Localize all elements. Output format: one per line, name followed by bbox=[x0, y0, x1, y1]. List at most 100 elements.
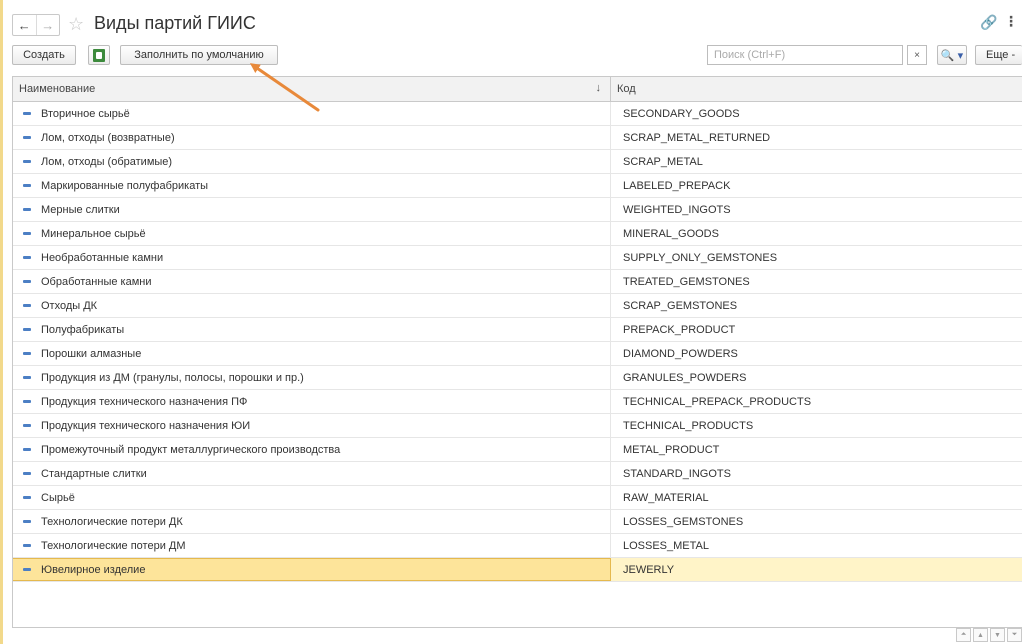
cell-code: SUPPLY_ONLY_GEMSTONES bbox=[623, 251, 778, 264]
table-row[interactable]: Отходы ДК SCRAP_GEMSTONES bbox=[13, 294, 1022, 318]
table-row[interactable]: Минеральное сырьё MINERAL_GOODS bbox=[13, 222, 1022, 246]
clear-search-icon[interactable]: × bbox=[907, 45, 927, 65]
scroll-up-button[interactable]: ▲ bbox=[973, 628, 988, 642]
cell-code: TECHNICAL_PRODUCTS bbox=[623, 419, 754, 432]
column-header-code-label: Код bbox=[617, 83, 636, 95]
cell-code: RAW_MATERIAL bbox=[623, 491, 709, 504]
left-rail bbox=[0, 0, 3, 644]
link-icon[interactable]: 🔗 bbox=[980, 14, 997, 31]
cell-code: METAL_PRODUCT bbox=[623, 443, 720, 456]
cell-name: Обработанные камни bbox=[13, 270, 611, 293]
title-bar: ← → ☆ Виды партий ГИИС 🔗 ⋮ bbox=[12, 4, 1018, 36]
page-title: Виды партий ГИИС bbox=[94, 13, 256, 33]
cell-name-text: Обработанные камни bbox=[41, 275, 152, 288]
cell-code: TREATED_GEMSTONES bbox=[623, 275, 750, 288]
cell-code: LOSSES_METAL bbox=[623, 539, 709, 552]
cell-name-text: Мерные слитки bbox=[41, 203, 120, 216]
cell-name-text: Вторичное сырьё bbox=[41, 107, 130, 120]
cell-code: MINERAL_GOODS bbox=[623, 227, 719, 240]
scroll-down-button[interactable]: ▼ bbox=[990, 628, 1005, 642]
scroll-last-button[interactable]: ⏷ bbox=[1007, 628, 1022, 642]
scroll-controls: ⏶ ▲ ▼ ⏷ bbox=[956, 628, 1022, 644]
table-row[interactable]: Продукция технического назначения ЮИ TECH… bbox=[13, 414, 1022, 438]
cell-name: Ювелирное изделие bbox=[13, 558, 611, 581]
cell-code: DIAMOND_POWDERS bbox=[623, 347, 738, 360]
cell-code: LABELED_PREPACK bbox=[623, 179, 731, 192]
table-row[interactable]: Порошки алмазные DIAMOND_POWDERS bbox=[13, 342, 1022, 366]
search-input[interactable] bbox=[707, 45, 903, 65]
table-row[interactable]: Мерные слитки WEIGHTED_INGOTS bbox=[13, 198, 1022, 222]
more-options-icon[interactable]: ⋮ bbox=[1004, 13, 1018, 30]
cell-name-text: Лом, отходы (обратимые) bbox=[41, 155, 173, 168]
cell-name-text: Необработанные камни bbox=[41, 251, 164, 264]
item-dash-icon bbox=[23, 208, 31, 211]
cell-name: Необработанные камни bbox=[13, 246, 611, 269]
cell-name: Полуфабрикаты bbox=[13, 318, 611, 341]
cell-code: SCRAP_METAL_RETURNED bbox=[623, 131, 771, 144]
more-button[interactable]: Еще - bbox=[975, 45, 1022, 65]
table-row[interactable]: Продукция из ДМ (гранулы, полосы, порошк… bbox=[13, 366, 1022, 390]
create-button[interactable]: Создать bbox=[12, 45, 76, 65]
table-row[interactable]: Технологические потери ДМ LOSSES_METAL bbox=[13, 534, 1022, 558]
table-row[interactable]: Продукция технического назначения ПФ TECH… bbox=[13, 390, 1022, 414]
cell-code: JEWERLY bbox=[623, 563, 675, 576]
table-row[interactable]: Вторичное сырьё SECONDARY_GOODS bbox=[13, 102, 1022, 126]
cell-code: STANDARD_INGOTS bbox=[623, 467, 731, 480]
item-dash-icon bbox=[23, 256, 31, 259]
favorite-star-icon[interactable]: ☆ bbox=[68, 13, 84, 35]
cell-name: Продукция технического назначения ЮИ bbox=[13, 414, 611, 437]
table-row[interactable]: Лом, отходы (возвратные) SCRAP_METAL_RETU… bbox=[13, 126, 1022, 150]
table-row[interactable]: Необработанные камни SUPPLY_ONLY_GEMSTONE… bbox=[13, 246, 1022, 270]
excel-export-button[interactable] bbox=[88, 45, 110, 65]
cell-name: Технологические потери ДМ bbox=[13, 534, 611, 557]
cell-code: TECHNICAL_PREPACK_PRODUCTS bbox=[623, 395, 812, 408]
cell-name: Продукция из ДМ (гранулы, полосы, порошк… bbox=[13, 366, 611, 389]
cell-code: GRANULES_POWDERS bbox=[623, 371, 747, 384]
item-dash-icon bbox=[23, 424, 31, 427]
cell-name-text: Продукция из ДМ (гранулы, полосы, порошк… bbox=[41, 371, 304, 384]
table-row[interactable]: Полуфабрикаты PREPACK_PRODUCT bbox=[13, 318, 1022, 342]
toolbar: Создать Заполнить по умолчанию × 🔍 ▾ Еще… bbox=[12, 45, 1022, 67]
cell-name-text: Сырьё bbox=[41, 491, 75, 504]
item-dash-icon bbox=[23, 136, 31, 139]
table-row[interactable]: Стандартные слитки STANDARD_INGOTS bbox=[13, 462, 1022, 486]
item-dash-icon bbox=[23, 112, 31, 115]
search-button[interactable]: 🔍 ▾ bbox=[937, 45, 967, 65]
table-row[interactable]: Технологические потери ДК LOSSES_GEMSTONE… bbox=[13, 510, 1022, 534]
cell-name-text: Порошки алмазные bbox=[41, 347, 142, 360]
table-row[interactable]: Ювелирное изделие JEWERLY bbox=[13, 558, 1022, 582]
column-header-name-label: Наименование bbox=[19, 83, 96, 95]
item-dash-icon bbox=[23, 544, 31, 547]
scroll-first-button[interactable]: ⏶ bbox=[956, 628, 971, 642]
cell-code: PREPACK_PRODUCT bbox=[623, 323, 736, 336]
table-row[interactable]: Маркированные полуфабрикаты LABELED_PREPA… bbox=[13, 174, 1022, 198]
cell-name-text: Лом, отходы (возвратные) bbox=[41, 131, 175, 144]
cell-name: Продукция технического назначения ПФ bbox=[13, 390, 611, 413]
table-row[interactable]: Сырьё RAW_MATERIAL bbox=[13, 486, 1022, 510]
cell-name: Лом, отходы (обратимые) bbox=[13, 150, 611, 173]
cell-code: SCRAP_GEMSTONES bbox=[623, 299, 738, 312]
fill-default-button[interactable]: Заполнить по умолчанию bbox=[120, 45, 278, 65]
forward-button[interactable]: → bbox=[35, 15, 60, 35]
cell-name: Стандартные слитки bbox=[13, 462, 611, 485]
table-body: Вторичное сырьё SECONDARY_GOODS Лом, отход… bbox=[13, 102, 1022, 582]
table-row[interactable]: Обработанные камни TREATED_GEMSTONES bbox=[13, 270, 1022, 294]
back-button[interactable]: ← bbox=[13, 15, 36, 35]
cell-code: SCRAP_METAL bbox=[623, 155, 703, 168]
item-dash-icon bbox=[23, 376, 31, 379]
cell-name: Промежуточный продукт металлургического … bbox=[13, 438, 611, 461]
cell-name: Технологические потери ДК bbox=[13, 510, 611, 533]
item-dash-icon bbox=[23, 160, 31, 163]
column-header-name[interactable]: Наименование ↓ bbox=[13, 77, 611, 101]
column-header-code[interactable]: Код bbox=[611, 77, 1022, 101]
item-dash-icon bbox=[23, 280, 31, 283]
cell-name: Порошки алмазные bbox=[13, 342, 611, 365]
table-row[interactable]: Лом, отходы (обратимые) SCRAP_METAL bbox=[13, 150, 1022, 174]
table-header: Наименование ↓ Код bbox=[13, 77, 1022, 102]
table-row[interactable]: Промежуточный продукт металлургического … bbox=[13, 438, 1022, 462]
item-dash-icon bbox=[23, 304, 31, 307]
cell-code: SECONDARY_GOODS bbox=[623, 107, 740, 120]
cell-name-text: Продукция технического назначения ЮИ bbox=[41, 419, 251, 432]
item-dash-icon bbox=[23, 448, 31, 451]
sort-down-icon: ↓ bbox=[595, 82, 602, 94]
